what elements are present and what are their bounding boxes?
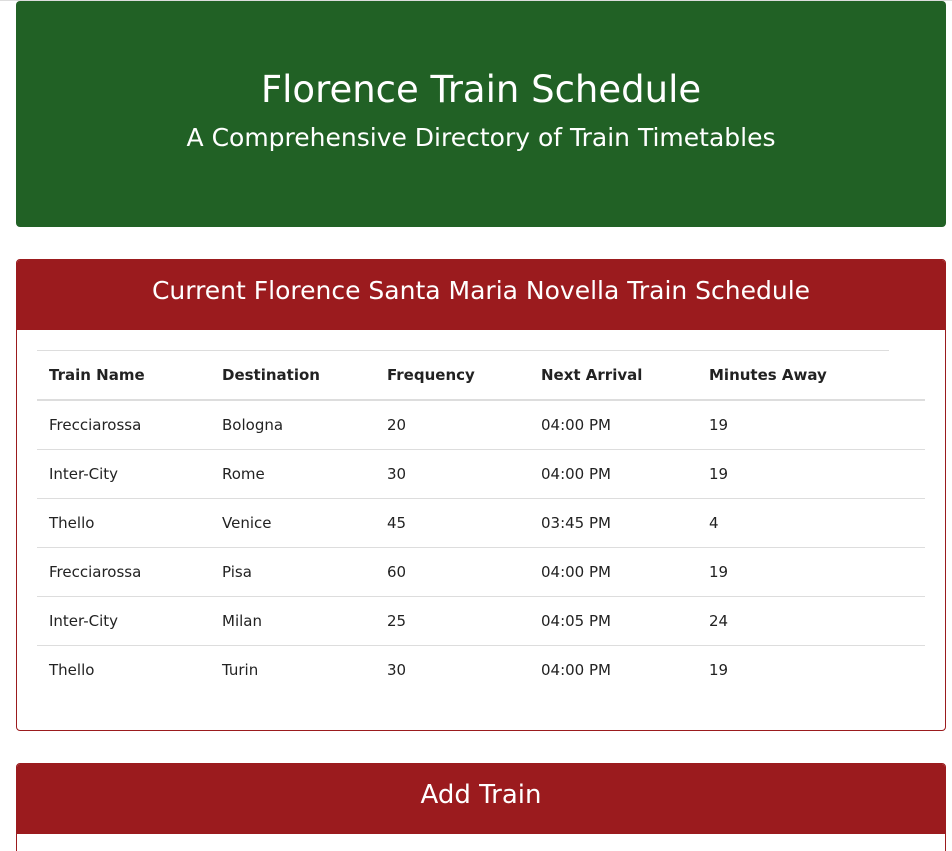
- cell-minutes-away: 4: [697, 498, 925, 548]
- table-row: Thello Turin 30 04:00 PM 19: [37, 645, 925, 694]
- cell-next-arrival: 04:00 PM: [529, 645, 697, 694]
- add-train-panel: Add Train: [16, 763, 946, 851]
- add-train-heading: Add Train: [17, 764, 945, 834]
- cell-destination: Turin: [210, 645, 375, 694]
- cell-destination: Venice: [210, 498, 375, 548]
- cell-frequency: 30: [375, 645, 529, 694]
- table-row: Frecciarossa Bologna 20 04:00 PM 19: [37, 400, 925, 450]
- table-row: Thello Venice 45 03:45 PM 4: [37, 498, 925, 548]
- cell-next-arrival: 03:45 PM: [529, 498, 697, 548]
- column-header-destination: Destination: [210, 351, 375, 401]
- cell-destination: Milan: [210, 596, 375, 646]
- schedule-table: Train Name Destination Frequency Next Ar…: [37, 351, 925, 694]
- table-row: Frecciarossa Pisa 60 04:00 PM 19: [37, 547, 925, 597]
- cell-train-name: Inter-City: [37, 449, 210, 499]
- cell-frequency: 20: [387, 416, 407, 434]
- cell-destination: Rome: [210, 449, 375, 499]
- table-header-row: Train Name Destination Frequency Next Ar…: [37, 351, 925, 401]
- cell-minutes-away: 19: [709, 416, 729, 434]
- cell-train-name: Thello: [37, 645, 210, 694]
- cell-train-name: Thello: [37, 498, 210, 548]
- header-banner: Florence Train Schedule A Comprehensive …: [16, 1, 946, 227]
- cell-minutes-away: 19: [697, 645, 925, 694]
- cell-train-name: Frecciarossa: [37, 547, 210, 597]
- cell-destination: Pisa: [210, 547, 375, 597]
- cell-minutes-away: 19: [697, 547, 925, 597]
- cell-next-arrival: 04:05 PM: [529, 596, 697, 646]
- cell-frequency: 60: [375, 547, 529, 597]
- schedule-panel: Current Florence Santa Maria Novella Tra…: [16, 259, 946, 731]
- cell-frequency: 30: [375, 449, 529, 499]
- page: Florence Train Schedule A Comprehensive …: [0, 0, 952, 851]
- cell-frequency: 25: [375, 596, 529, 646]
- column-header-frequency: Frequency: [375, 351, 529, 401]
- column-header-train-name: Train Name: [37, 351, 210, 401]
- table-row: Inter-City Milan 25 04:05 PM 24: [37, 596, 925, 646]
- cell-train-name: Inter-City: [37, 596, 210, 646]
- table-row: Inter-City Rome 30 04:00 PM 19: [37, 449, 925, 499]
- column-header-next-arrival: Next Arrival: [529, 351, 697, 401]
- schedule-panel-heading: Current Florence Santa Maria Novella Tra…: [17, 260, 945, 330]
- column-header-minutes-away: Minutes Away: [697, 351, 925, 401]
- cell-minutes-away: 24: [697, 596, 925, 646]
- cell-next-arrival: 04:00 PM: [541, 416, 611, 434]
- page-subtitle: A Comprehensive Directory of Train Timet…: [186, 123, 776, 152]
- cell-next-arrival: 04:00 PM: [529, 449, 697, 499]
- cell-destination: Bologna: [222, 416, 284, 434]
- cell-train-name: Frecciarossa: [49, 416, 142, 434]
- cell-frequency: 45: [375, 498, 529, 548]
- cell-next-arrival: 04:00 PM: [529, 547, 697, 597]
- page-title: Florence Train Schedule: [260, 68, 702, 111]
- cell-minutes-away: 19: [697, 449, 925, 499]
